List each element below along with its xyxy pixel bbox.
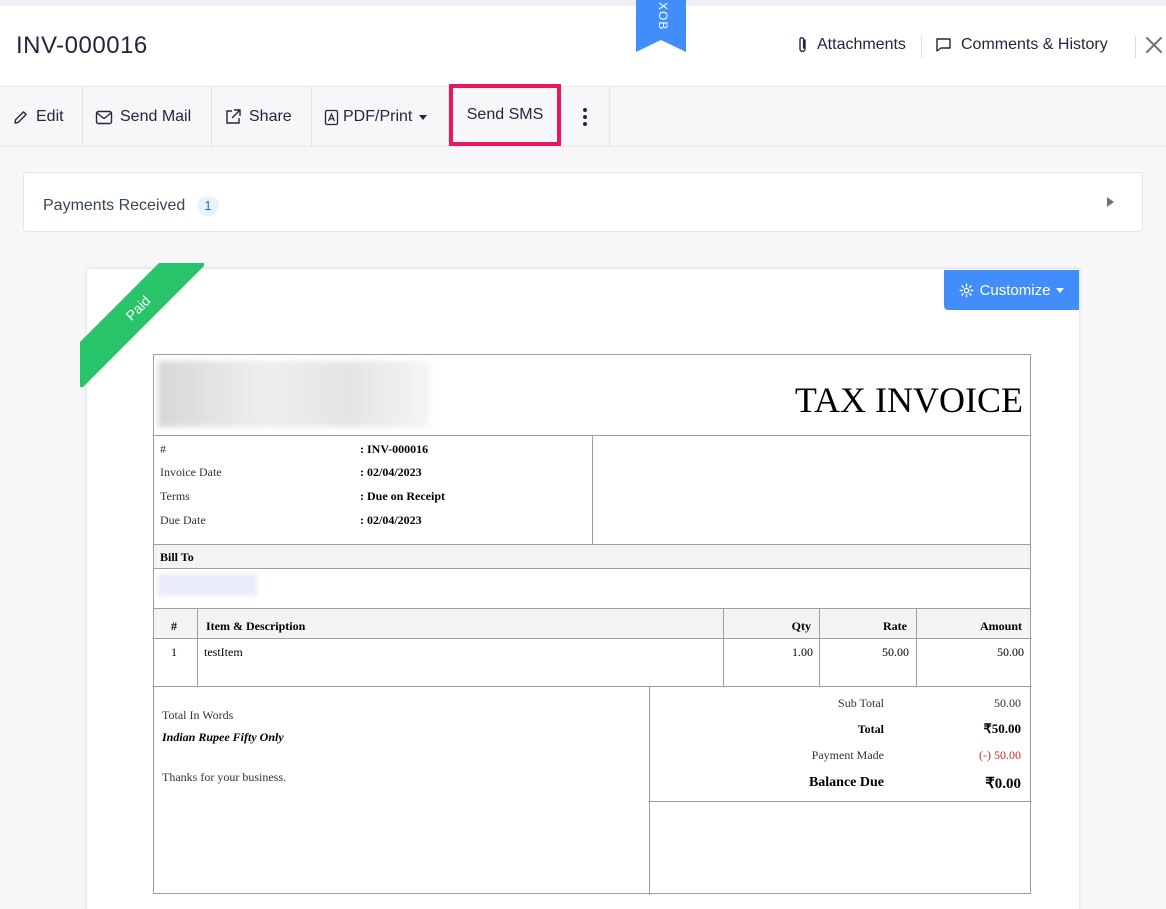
share-icon [226, 109, 241, 124]
customize-label: Customize [979, 281, 1051, 299]
pdf-icon [324, 109, 339, 125]
payments-count-badge: 1 [197, 196, 219, 216]
page-title: INV-000016 [16, 32, 148, 59]
sub-total-value: 50.00 [994, 696, 1021, 710]
balance-due-label: Balance Due [808, 775, 884, 790]
divider [197, 608, 198, 686]
customer-name-redacted [158, 574, 257, 596]
attachments-label: Attachments [817, 36, 906, 53]
payments-received-panel[interactable]: Payments Received 1 [23, 172, 1143, 232]
pdf-print-dropdown[interactable]: PDF/Print [312, 87, 449, 147]
thank-you-note: Thanks for your business. [162, 770, 286, 784]
total-in-words-value: Indian Rupee Fifty Only [162, 730, 284, 744]
comments-history-label: Comments & History [961, 36, 1108, 53]
invoice-date-label: Invoice Date [160, 465, 222, 479]
divider [649, 686, 650, 895]
divider [154, 686, 1030, 687]
col-header-item: Item & Description [206, 619, 306, 633]
due-date-value: : 02/04/2023 [360, 513, 422, 527]
invoice-document: TAX INVOICE # : INV-000016 Invoice Date … [153, 354, 1031, 895]
close-icon[interactable] [1143, 34, 1165, 56]
kebab-menu-icon [583, 108, 587, 126]
caret-down-icon [1056, 287, 1065, 293]
col-header-amount: Amount [979, 619, 1022, 633]
item-row-name: testItem [204, 645, 243, 659]
send-mail-label: Send Mail [120, 108, 192, 125]
header-divider [1135, 36, 1136, 58]
invoice-number-label: # [160, 442, 166, 456]
comments-history-button[interactable]: Comments & History [935, 36, 1108, 54]
divider [723, 608, 724, 686]
mail-icon [95, 110, 113, 124]
invoice-date-value: : 02/04/2023 [360, 465, 422, 479]
bill-to-label: Bill To [160, 550, 194, 564]
send-mail-button[interactable]: Send Mail [83, 87, 212, 147]
gear-icon [959, 283, 974, 297]
item-row-amount: 50.00 [997, 645, 1024, 659]
comment-icon [936, 38, 951, 52]
caret-down-icon [419, 115, 428, 120]
more-options-button[interactable] [561, 87, 610, 147]
attachments-button[interactable]: Attachments [797, 36, 906, 54]
payments-received-label: Payments Received [43, 197, 186, 214]
col-header-qty: Qty [791, 619, 811, 633]
divider [649, 801, 1030, 802]
balance-due-value: ₹0.00 [985, 776, 1021, 792]
divider [819, 608, 820, 686]
terms-label: Terms [160, 489, 190, 503]
payment-made-value: (-) 50.00 [979, 748, 1021, 762]
send-sms-button[interactable]: Send SMS [449, 84, 561, 146]
total-label: Total [857, 722, 884, 736]
item-row-qty: 1.00 [792, 645, 813, 659]
item-row-rate: 50.00 [882, 645, 909, 659]
invoice-number-value: : INV-000016 [360, 442, 429, 456]
send-sms-label: Send SMS [466, 106, 544, 123]
terms-value: : Due on Receipt [360, 489, 445, 503]
sandbox-badge-label: XOB [656, 2, 670, 30]
sub-total-label: Sub Total [838, 696, 884, 710]
share-label: Share [249, 108, 292, 125]
edit-button[interactable]: Edit [0, 87, 83, 147]
customize-button[interactable]: Customize [944, 270, 1079, 310]
edit-label: Edit [36, 108, 64, 125]
company-logo-redacted [158, 361, 430, 427]
total-in-words-label: Total In Words [162, 708, 234, 722]
col-header-num: # [171, 619, 177, 633]
bill-to-header: Bill To [154, 544, 1030, 569]
invoice-doc-title: TAX INVOICE [794, 380, 1023, 420]
pdf-print-label: PDF/Print [343, 108, 413, 125]
payment-made-label: Payment Made [811, 748, 884, 762]
header-divider [921, 36, 922, 58]
due-date-label: Due Date [160, 513, 206, 527]
paperclip-icon [799, 37, 806, 53]
item-row-num: 1 [171, 645, 177, 659]
total-value: ₹50.00 [983, 721, 1021, 736]
share-button[interactable]: Share [212, 87, 312, 147]
divider [916, 608, 917, 686]
action-toolbar: Edit Send Mail Share PDF/Print Send SMS [0, 84, 1166, 147]
col-header-rate: Rate [883, 619, 907, 633]
pencil-icon [14, 110, 27, 124]
divider [592, 435, 593, 544]
expand-arrow-icon [1107, 197, 1114, 207]
